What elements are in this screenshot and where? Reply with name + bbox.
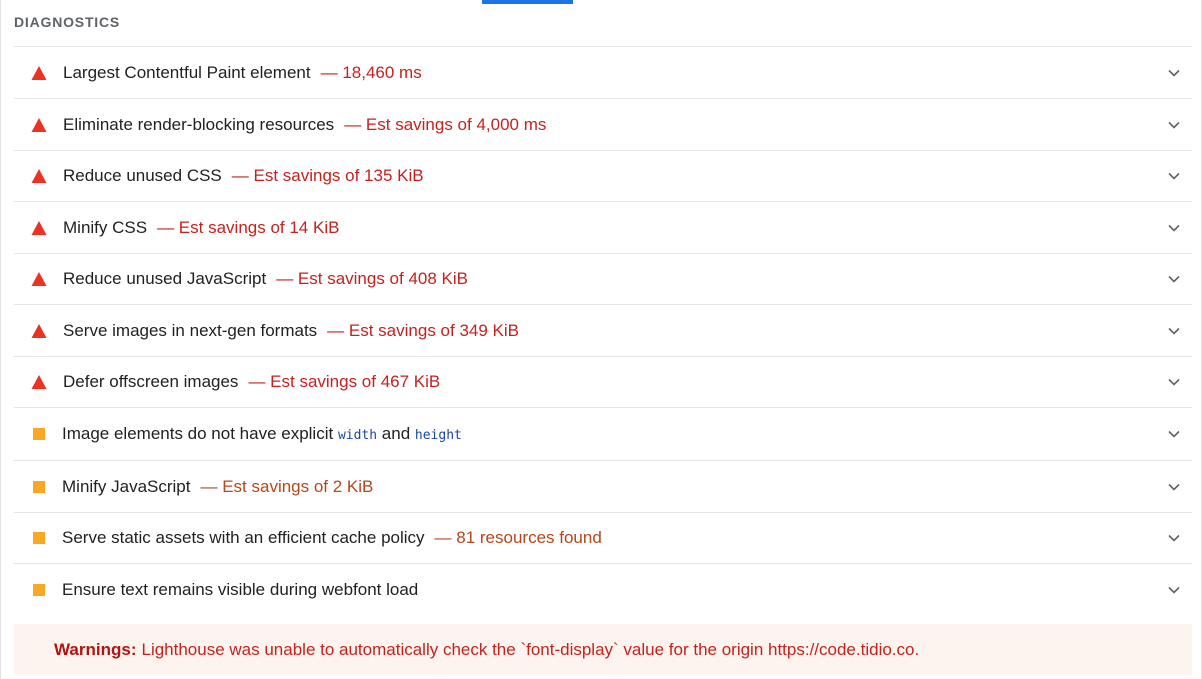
audit-title: Eliminate render-blocking resources (63, 114, 335, 134)
audit-row-minify-css[interactable]: Minify CSS — Est savings of 14 KiB (14, 202, 1192, 254)
triangle-icon (31, 323, 47, 339)
audit-title: Serve images in next-gen formats (63, 320, 318, 340)
audit-display-value: — 18,460 ms (320, 62, 422, 82)
audit-display-value: — Est savings of 408 KiB (276, 269, 469, 288)
audit-title-joiner: and (377, 424, 415, 443)
audit-display-value: — Est savings of 4,000 ms (344, 114, 547, 134)
warning-text: Lighthouse was unable to automatically c… (141, 639, 920, 659)
audit-text: Largest Contentful Paint element — 18,460… (63, 63, 422, 83)
audit-display-value: — Est savings of 467 KiB (248, 372, 441, 391)
code-width: width (337, 428, 378, 443)
audit-row-render-blocking[interactable]: Eliminate render-blocking resources — Est… (14, 99, 1192, 151)
triangle-icon (31, 65, 47, 81)
audit-text: Reduce unused JavaScript — Est savings of… (63, 269, 468, 289)
audit-text: Defer offscreen images — Est savings of 4… (63, 372, 440, 392)
audit-display-value: — Est savings of 349 KiB (327, 320, 519, 340)
audit-row-unused-javascript[interactable]: Reduce unused JavaScript — Est savings of… (14, 254, 1192, 305)
diagnostics-panel: DIAGNOSTICS Largest Contentful Paint ele… (0, 0, 1202, 679)
triangle-icon (31, 117, 47, 133)
triangle-icon (31, 374, 47, 390)
chevron-down-icon[interactable] (1166, 65, 1182, 81)
chevron-down-icon[interactable] (1166, 168, 1182, 184)
audit-row-next-gen-images[interactable]: Serve images in next-gen formats — Est sa… (14, 305, 1192, 357)
chevron-down-icon[interactable] (1166, 479, 1182, 495)
audit-row-font-display[interactable]: Ensure text remains visible during webfo… (14, 564, 1192, 616)
audit-text: Reduce unused CSS — Est savings of 135 Ki… (63, 166, 424, 186)
audit-row-offscreen-images[interactable]: Defer offscreen images — Est savings of 4… (14, 357, 1192, 408)
chevron-down-icon[interactable] (1166, 374, 1182, 390)
section-title: DIAGNOSTICS (14, 14, 121, 30)
audit-row-minify-javascript[interactable]: Minify JavaScript — Est savings of 2 KiB (14, 461, 1192, 513)
chevron-down-icon[interactable] (1166, 117, 1182, 133)
chevron-down-icon[interactable] (1166, 220, 1182, 236)
audit-title: Minify CSS (63, 217, 148, 237)
chevron-down-icon[interactable] (1166, 426, 1182, 442)
square-icon (31, 479, 47, 495)
audit-row-unsized-images[interactable]: Image elements do not have explicit widt… (14, 408, 1192, 461)
audit-text: Image elements do not have explicit widt… (62, 424, 462, 444)
audit-title: Defer offscreen images (63, 372, 239, 391)
audit-title: Serve static assets with an efficient ca… (62, 528, 425, 547)
square-icon (31, 426, 47, 442)
chevron-down-icon[interactable] (1166, 271, 1182, 287)
audit-display-value: — Est savings of 2 KiB (200, 476, 374, 496)
chevron-down-icon[interactable] (1166, 323, 1182, 339)
audit-title: Reduce unused JavaScript (63, 269, 267, 288)
audit-text: Eliminate render-blocking resources — Est… (63, 115, 546, 135)
chevron-down-icon[interactable] (1166, 582, 1182, 598)
audit-title: Minify JavaScript (62, 476, 191, 496)
audit-text: Minify CSS — Est savings of 14 KiB (63, 218, 339, 238)
triangle-icon (31, 168, 47, 184)
code-height: height (414, 428, 462, 443)
warning-box: Warnings: Lighthouse was unable to autom… (14, 624, 1192, 675)
triangle-icon (31, 220, 47, 236)
audit-display-value: — 81 resources found (434, 528, 602, 547)
audit-title: Largest Contentful Paint element (63, 62, 311, 82)
audit-display-value: — Est savings of 135 KiB (231, 166, 424, 185)
audit-list: Largest Contentful Paint element — 18,460… (14, 46, 1192, 616)
audit-row-cache-policy[interactable]: Serve static assets with an efficient ca… (14, 513, 1192, 564)
chevron-down-icon[interactable] (1166, 530, 1182, 546)
audit-row-unused-css[interactable]: Reduce unused CSS — Est savings of 135 Ki… (14, 151, 1192, 202)
warning-label: Warnings: (54, 639, 137, 659)
audit-title: Ensure text remains visible during webfo… (62, 580, 419, 599)
audit-title: Reduce unused CSS (63, 166, 222, 185)
active-tab-indicator (482, 0, 573, 4)
audit-text: Serve static assets with an efficient ca… (62, 528, 602, 548)
square-icon (31, 530, 47, 546)
audit-text: Minify JavaScript — Est savings of 2 KiB (62, 477, 373, 497)
audit-display-value: — Est savings of 14 KiB (157, 217, 340, 237)
audit-text: Ensure text remains visible during webfo… (62, 580, 418, 600)
audit-row-lcp-element[interactable]: Largest Contentful Paint element — 18,460… (14, 47, 1192, 99)
audit-title: Image elements do not have explicit (62, 424, 338, 443)
audit-text: Serve images in next-gen formats — Est sa… (63, 321, 519, 341)
triangle-icon (31, 271, 47, 287)
square-icon (31, 582, 47, 598)
